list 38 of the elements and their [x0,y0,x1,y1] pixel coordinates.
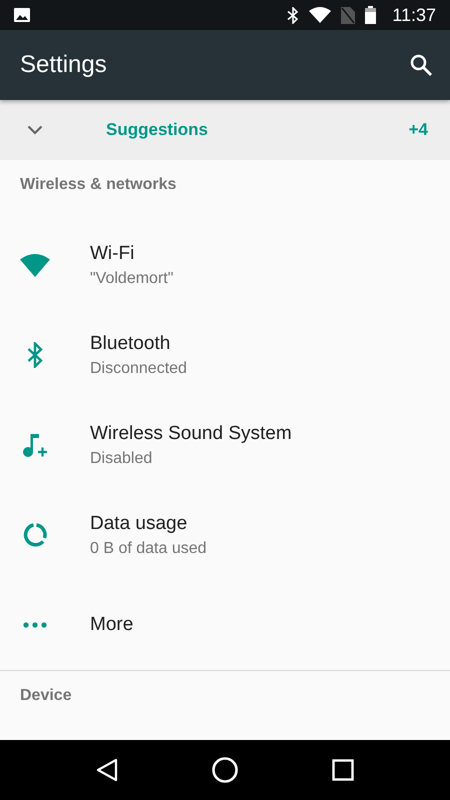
app-title: Settings [20,51,107,79]
battery-icon [365,6,376,24]
item-title: Bluetooth [90,332,172,354]
search-icon [410,54,432,76]
suggestions-count: +4 [408,120,428,140]
music-note-icon [23,432,47,458]
settings-item[interactable]: Bluetooth Disconnected [0,310,450,400]
data-usage-icon [22,522,48,548]
back-icon [96,758,118,782]
item-title: Data usage [90,512,188,534]
wifi-icon [20,254,50,276]
image-icon [14,8,30,22]
wifi-icon [309,7,332,23]
recents-button[interactable] [332,759,354,781]
item-title: Wireless Sound System [90,422,292,444]
section-header: Device [19,686,73,706]
no-sim-icon [341,6,356,24]
bluetooth-icon [27,342,43,368]
more-icon [23,622,47,628]
back-button[interactable] [96,758,118,782]
bluetooth-icon [287,6,300,24]
settings-item[interactable]: Data usage 0 B of data used [0,490,450,580]
item-summary: "Voldemort" [90,270,174,288]
item-title: Wi-Fi [90,242,136,264]
section-header: Wireless & networks [19,175,178,195]
search-button[interactable] [410,54,432,76]
item-title: More [90,614,134,636]
status-time: 11:37 [392,4,436,26]
settings-item[interactable]: Wi-Fi "Voldemort" [0,220,450,310]
item-summary: Disabled [90,450,154,468]
suggestions-label: Suggestions [106,120,208,140]
home-icon [210,756,239,784]
home-button[interactable] [210,756,239,784]
recents-icon [332,759,354,781]
settings-item[interactable]: More [0,580,450,670]
settings-item[interactable]: Wireless Sound System Disabled [0,400,450,490]
item-summary: 0 B of data used [90,540,207,558]
item-summary: Disconnected [90,360,187,378]
